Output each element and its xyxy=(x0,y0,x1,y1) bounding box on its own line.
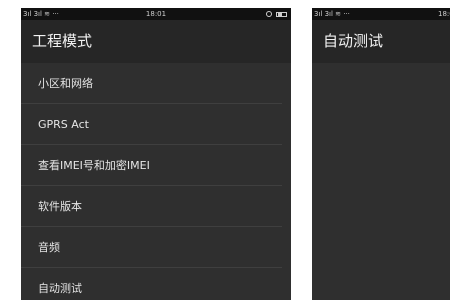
right-phone-screen: 3ıl 3ıl ≋ ··· 18:0 自动测试 xyxy=(312,8,450,300)
status-icons xyxy=(266,8,287,20)
left-phone-screen: 3ıl 3ıl ≋ ··· 18:01 工程模式 小区和网络 GPRS Act … xyxy=(21,8,291,300)
auto-test-content xyxy=(312,63,450,300)
menu-item-software-version[interactable]: 软件版本 xyxy=(21,186,282,227)
battery-icon xyxy=(276,11,287,17)
status-time: 18:01 xyxy=(145,10,167,18)
status-time: 18:0 xyxy=(438,10,450,18)
signal-indicator: 3ıl 3ıl ≋ ··· xyxy=(314,10,350,18)
page-title: 工程模式 xyxy=(21,20,291,63)
menu-item-cell-network[interactable]: 小区和网络 xyxy=(21,63,282,104)
alarm-icon xyxy=(266,11,272,17)
menu-item-imei[interactable]: 查看IMEI号和加密IMEI xyxy=(21,145,282,186)
page-title: 自动测试 xyxy=(312,20,450,63)
menu-item-audio[interactable]: 音频 xyxy=(21,227,282,268)
menu-item-auto-test[interactable]: 自动测试 xyxy=(21,268,282,300)
status-bar: 3ıl 3ıl ≋ ··· 18:01 xyxy=(21,8,291,20)
status-bar: 3ıl 3ıl ≋ ··· 18:0 xyxy=(312,8,450,20)
menu-item-gprs-act[interactable]: GPRS Act xyxy=(21,104,282,145)
menu-list: 小区和网络 GPRS Act 查看IMEI号和加密IMEI 软件版本 音频 自动… xyxy=(21,63,291,300)
